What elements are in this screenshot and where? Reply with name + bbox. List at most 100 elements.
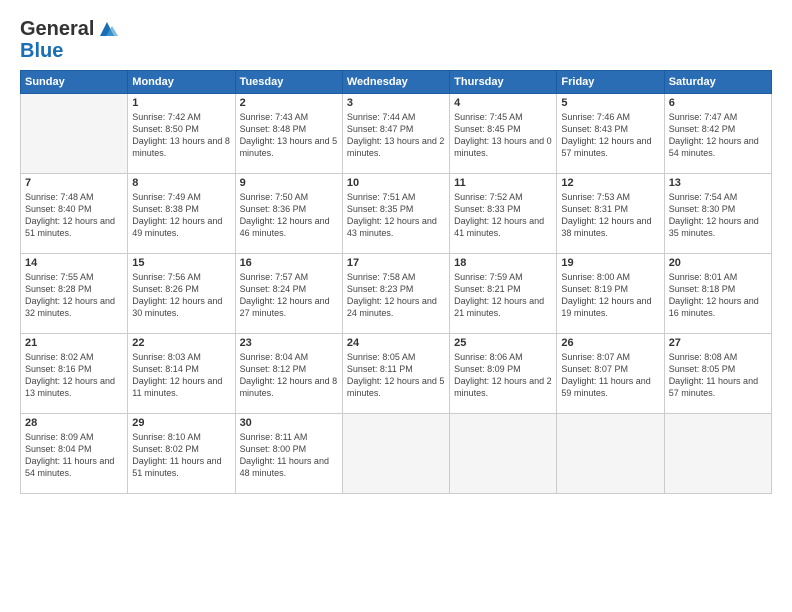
day-number: 2 — [240, 97, 338, 109]
day-of-week-header: Thursday — [450, 71, 557, 94]
calendar-cell: 30Sunrise: 8:11 AMSunset: 8:00 PMDayligh… — [235, 414, 342, 494]
day-info: Sunrise: 8:09 AMSunset: 8:04 PMDaylight:… — [25, 431, 123, 480]
day-info: Sunrise: 7:55 AMSunset: 8:28 PMDaylight:… — [25, 271, 123, 320]
day-number: 27 — [669, 337, 767, 349]
logo-general: General — [20, 18, 94, 40]
day-number: 17 — [347, 257, 445, 269]
day-info: Sunrise: 8:04 AMSunset: 8:12 PMDaylight:… — [240, 351, 338, 400]
day-info: Sunrise: 7:43 AMSunset: 8:48 PMDaylight:… — [240, 111, 338, 160]
day-info: Sunrise: 7:51 AMSunset: 8:35 PMDaylight:… — [347, 191, 445, 240]
calendar-cell — [557, 414, 664, 494]
day-info: Sunrise: 7:59 AMSunset: 8:21 PMDaylight:… — [454, 271, 552, 320]
day-info: Sunrise: 7:49 AMSunset: 8:38 PMDaylight:… — [132, 191, 230, 240]
day-number: 12 — [561, 177, 659, 189]
day-info: Sunrise: 8:00 AMSunset: 8:19 PMDaylight:… — [561, 271, 659, 320]
day-info: Sunrise: 7:42 AMSunset: 8:50 PMDaylight:… — [132, 111, 230, 160]
calendar-cell: 18 Sunrise: 7:59 AMSunset: 8:21 PMDayligh… — [450, 254, 557, 334]
day-info: Sunrise: 7:45 AMSunset: 8:45 PMDaylight:… — [454, 111, 552, 160]
calendar-cell: 23Sunrise: 8:04 AMSunset: 8:12 PMDayligh… — [235, 334, 342, 414]
day-info: Sunrise: 7:56 AMSunset: 8:26 PMDaylight:… — [132, 271, 230, 320]
calendar-table: SundayMondayTuesdayWednesdayThursdayFrid… — [20, 70, 772, 494]
day-number: 16 — [240, 257, 338, 269]
calendar-cell: 21Sunrise: 8:02 AMSunset: 8:16 PMDayligh… — [21, 334, 128, 414]
day-number: 25 — [454, 337, 552, 349]
day-of-week-header: Tuesday — [235, 71, 342, 94]
day-info: Sunrise: 7:54 AMSunset: 8:30 PMDaylight:… — [669, 191, 767, 240]
calendar-cell: 3 Sunrise: 7:44 AMSunset: 8:47 PMDaylight… — [342, 94, 449, 174]
page: General Blue SundayMondayTuesdayWednesda… — [0, 0, 792, 612]
day-info: Sunrise: 8:03 AMSunset: 8:14 PMDaylight:… — [132, 351, 230, 400]
calendar-cell: 16 Sunrise: 7:57 AMSunset: 8:24 PMDayligh… — [235, 254, 342, 334]
day-number: 15 — [132, 257, 230, 269]
calendar-cell: 27 Sunrise: 8:08 AMSunset: 8:05 PMDayligh… — [664, 334, 771, 414]
calendar-cell: 25 Sunrise: 8:06 AMSunset: 8:09 PMDayligh… — [450, 334, 557, 414]
day-info: Sunrise: 8:11 AMSunset: 8:00 PMDaylight:… — [240, 431, 338, 480]
day-number: 1 — [132, 97, 230, 109]
day-info: Sunrise: 8:02 AMSunset: 8:16 PMDaylight:… — [25, 351, 123, 400]
calendar-cell: 4 Sunrise: 7:45 AMSunset: 8:45 PMDaylight… — [450, 94, 557, 174]
day-of-week-header: Friday — [557, 71, 664, 94]
day-info: Sunrise: 8:10 AMSunset: 8:02 PMDaylight:… — [132, 431, 230, 480]
day-info: Sunrise: 8:01 AMSunset: 8:18 PMDaylight:… — [669, 271, 767, 320]
day-number: 28 — [25, 417, 123, 429]
day-info: Sunrise: 7:58 AMSunset: 8:23 PMDaylight:… — [347, 271, 445, 320]
day-info: Sunrise: 7:47 AMSunset: 8:42 PMDaylight:… — [669, 111, 767, 160]
day-number: 22 — [132, 337, 230, 349]
calendar-cell: 5 Sunrise: 7:46 AMSunset: 8:43 PMDaylight… — [557, 94, 664, 174]
calendar-week-row: 28 Sunrise: 8:09 AMSunset: 8:04 PMDayligh… — [21, 414, 772, 494]
day-of-week-header: Sunday — [21, 71, 128, 94]
day-number: 13 — [669, 177, 767, 189]
header: General Blue — [20, 18, 772, 62]
calendar-cell: 24 Sunrise: 8:05 AMSunset: 8:11 PMDayligh… — [342, 334, 449, 414]
calendar-cell: 10 Sunrise: 7:51 AMSunset: 8:35 PMDayligh… — [342, 174, 449, 254]
day-info: Sunrise: 8:06 AMSunset: 8:09 PMDaylight:… — [454, 351, 552, 400]
day-info: Sunrise: 7:57 AMSunset: 8:24 PMDaylight:… — [240, 271, 338, 320]
calendar-cell: 15 Sunrise: 7:56 AMSunset: 8:26 PMDayligh… — [128, 254, 235, 334]
calendar-cell: 14 Sunrise: 7:55 AMSunset: 8:28 PMDayligh… — [21, 254, 128, 334]
day-of-week-header: Wednesday — [342, 71, 449, 94]
calendar-cell: 20 Sunrise: 8:01 AMSunset: 8:18 PMDayligh… — [664, 254, 771, 334]
day-number: 8 — [132, 177, 230, 189]
day-number: 5 — [561, 97, 659, 109]
day-number: 6 — [669, 97, 767, 109]
logo-icon — [96, 18, 118, 40]
day-number: 18 — [454, 257, 552, 269]
calendar-cell: 11Sunrise: 7:52 AMSunset: 8:33 PMDayligh… — [450, 174, 557, 254]
calendar-cell — [450, 414, 557, 494]
day-info: Sunrise: 8:07 AMSunset: 8:07 PMDaylight:… — [561, 351, 659, 400]
day-info: Sunrise: 7:50 AMSunset: 8:36 PMDaylight:… — [240, 191, 338, 240]
day-number: 29 — [132, 417, 230, 429]
day-info: Sunrise: 7:48 AMSunset: 8:40 PMDaylight:… — [25, 191, 123, 240]
calendar-cell — [21, 94, 128, 174]
calendar-week-row: 14 Sunrise: 7:55 AMSunset: 8:28 PMDayligh… — [21, 254, 772, 334]
day-of-week-header: Saturday — [664, 71, 771, 94]
day-info: Sunrise: 7:44 AMSunset: 8:47 PMDaylight:… — [347, 111, 445, 160]
day-number: 24 — [347, 337, 445, 349]
day-number: 20 — [669, 257, 767, 269]
day-info: Sunrise: 8:08 AMSunset: 8:05 PMDaylight:… — [669, 351, 767, 400]
day-number: 7 — [25, 177, 123, 189]
day-number: 14 — [25, 257, 123, 269]
day-info: Sunrise: 7:46 AMSunset: 8:43 PMDaylight:… — [561, 111, 659, 160]
day-number: 10 — [347, 177, 445, 189]
day-number: 19 — [561, 257, 659, 269]
calendar-header-row: SundayMondayTuesdayWednesdayThursdayFrid… — [21, 71, 772, 94]
calendar-cell: 28 Sunrise: 8:09 AMSunset: 8:04 PMDayligh… — [21, 414, 128, 494]
day-info: Sunrise: 8:05 AMSunset: 8:11 PMDaylight:… — [347, 351, 445, 400]
calendar-cell: 19 Sunrise: 8:00 AMSunset: 8:19 PMDayligh… — [557, 254, 664, 334]
calendar-cell — [664, 414, 771, 494]
day-number: 9 — [240, 177, 338, 189]
day-number: 4 — [454, 97, 552, 109]
calendar-cell: 29 Sunrise: 8:10 AMSunset: 8:02 PMDayligh… — [128, 414, 235, 494]
calendar-cell: 1 Sunrise: 7:42 AMSunset: 8:50 PMDaylight… — [128, 94, 235, 174]
day-info: Sunrise: 7:52 AMSunset: 8:33 PMDaylight:… — [454, 191, 552, 240]
day-of-week-header: Monday — [128, 71, 235, 94]
calendar-week-row: 7 Sunrise: 7:48 AMSunset: 8:40 PMDaylight… — [21, 174, 772, 254]
calendar-cell: 12Sunrise: 7:53 AMSunset: 8:31 PMDayligh… — [557, 174, 664, 254]
calendar-cell: 7 Sunrise: 7:48 AMSunset: 8:40 PMDaylight… — [21, 174, 128, 254]
calendar-cell: 17 Sunrise: 7:58 AMSunset: 8:23 PMDayligh… — [342, 254, 449, 334]
calendar-cell: 26Sunrise: 8:07 AMSunset: 8:07 PMDayligh… — [557, 334, 664, 414]
calendar-cell: 22 Sunrise: 8:03 AMSunset: 8:14 PMDayligh… — [128, 334, 235, 414]
calendar-cell: 13 Sunrise: 7:54 AMSunset: 8:30 PMDayligh… — [664, 174, 771, 254]
day-number: 3 — [347, 97, 445, 109]
